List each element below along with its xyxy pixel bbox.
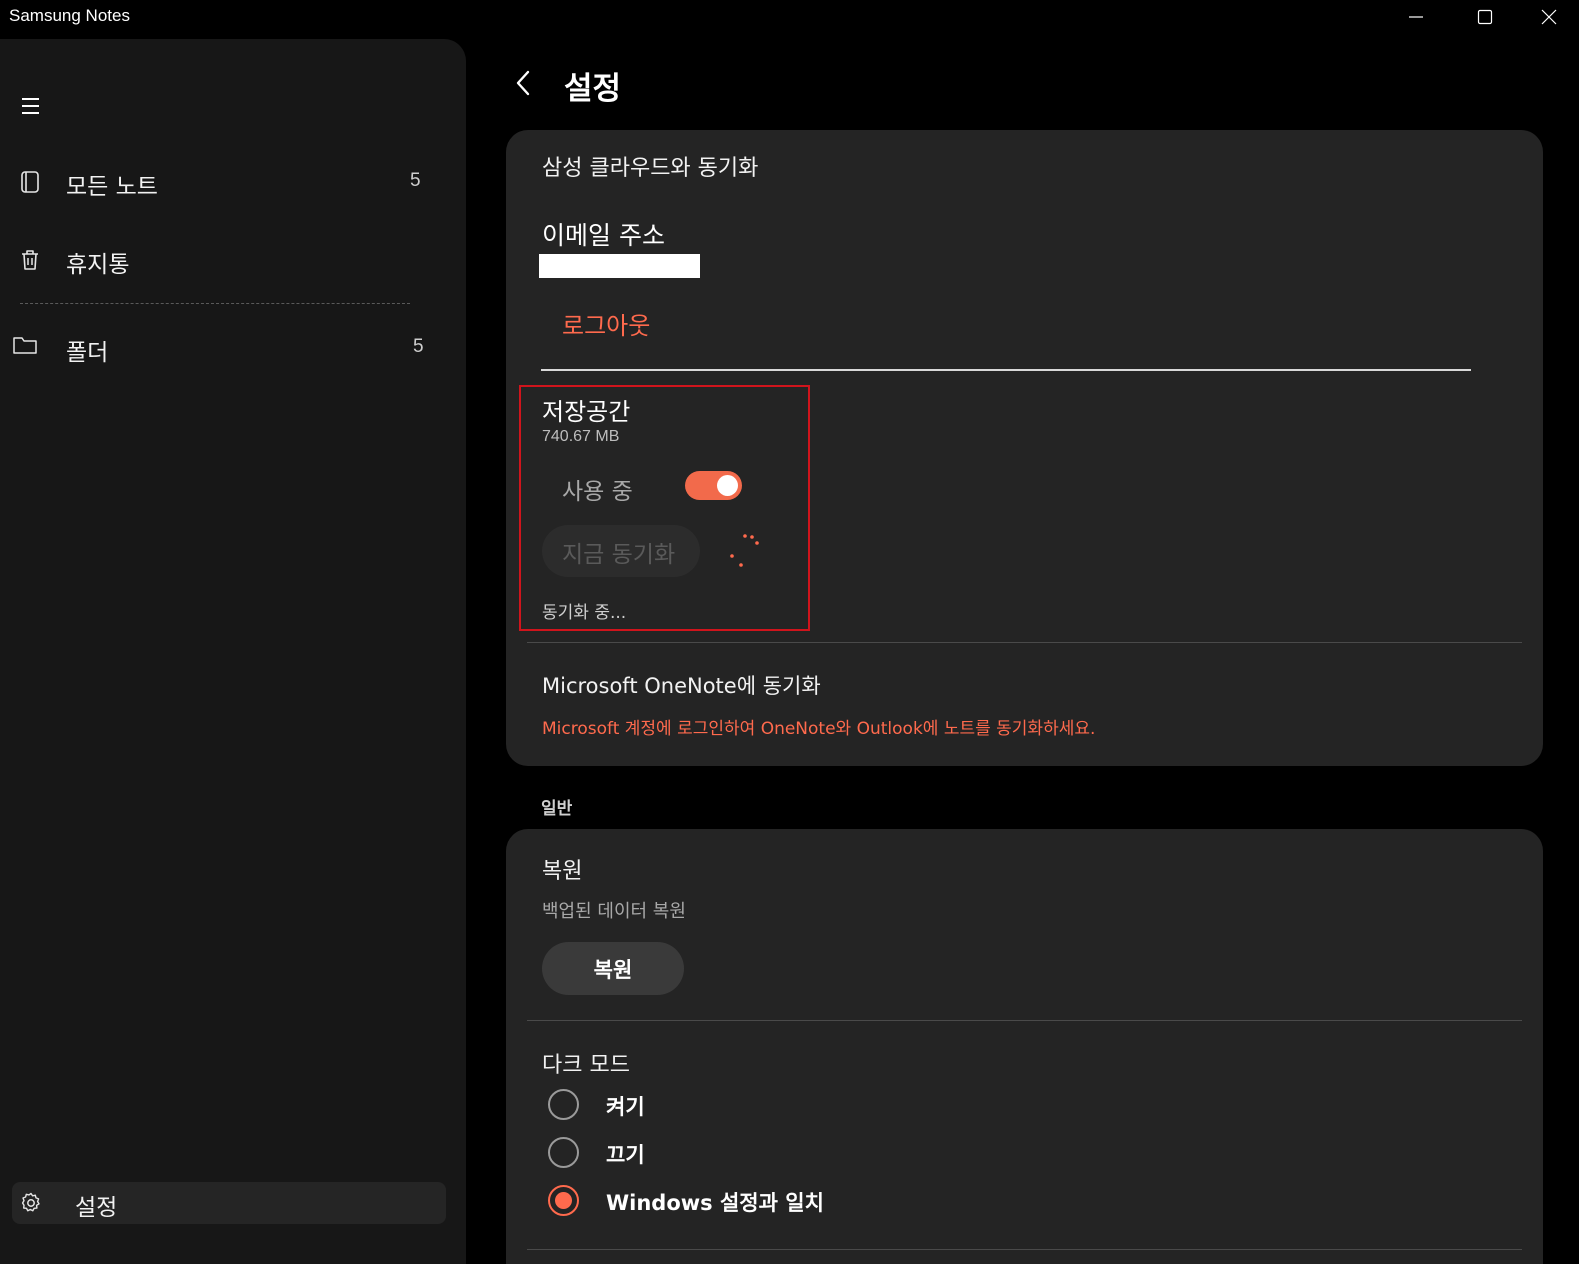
email-value-redacted	[539, 254, 700, 278]
syncing-status: 동기화 중...	[542, 603, 627, 623]
in-use-toggle[interactable]	[685, 471, 742, 500]
logout-button[interactable]: 로그아웃	[562, 306, 650, 341]
restore-title: 복원	[542, 859, 583, 884]
sync-card: 삼성 클라우드와 동기화 이메일 주소 로그아웃 저장공간 740.67 MB …	[506, 130, 1543, 766]
restore-button-label: 복원	[593, 958, 633, 982]
email-label: 이메일 주소	[542, 221, 665, 250]
divider	[527, 1249, 1522, 1250]
onenote-sync-title: Microsoft OneNote에 동기화	[542, 674, 821, 698]
minimize-button[interactable]	[1386, 0, 1446, 34]
toggle-knob	[717, 475, 738, 496]
radio-label: 끄기	[606, 1143, 645, 1167]
menu-button[interactable]	[20, 95, 42, 117]
sidebar-item-trash[interactable]: 휴지통	[0, 235, 466, 285]
sidebar-item-label: 모든 노트	[66, 174, 158, 200]
sidebar-item-all-notes[interactable]: 모든 노트 5	[0, 157, 466, 207]
gear-icon	[19, 1191, 43, 1215]
dark-mode-option-system[interactable]: Windows 설정과 일치	[548, 1185, 1048, 1217]
sync-now-button[interactable]: 지금 동기화	[542, 525, 700, 577]
title-bar: Samsung Notes	[0, 0, 1579, 34]
restore-subtitle: 백업된 데이터 복원	[542, 901, 686, 922]
dark-mode-option-on[interactable]: 켜기	[548, 1089, 1048, 1121]
close-icon	[1541, 9, 1557, 25]
sidebar-item-folders[interactable]: 폴더 5	[0, 323, 466, 373]
trash-icon	[18, 248, 42, 272]
sidebar-item-label: 설정	[75, 1195, 118, 1221]
divider	[527, 1020, 1522, 1021]
back-button[interactable]	[510, 68, 538, 98]
notebook-icon	[18, 170, 42, 194]
sidebar-divider	[20, 303, 410, 304]
maximize-button[interactable]	[1455, 0, 1515, 34]
note-count: 5	[410, 170, 421, 191]
dark-mode-option-off[interactable]: 끄기	[548, 1137, 1048, 1169]
storage-size: 740.67 MB	[542, 428, 620, 445]
sidebar-item-label: 폴더	[66, 340, 109, 366]
onenote-sign-in-link[interactable]: Microsoft 계정에 로그인하여 OneNote와 Outlook에 노트…	[542, 714, 1095, 739]
app-title: Samsung Notes	[9, 6, 130, 25]
page-title: 설정	[564, 71, 622, 107]
general-card: 복원 백업된 데이터 복원 복원 다크 모드 켜기 끄기 Windows 설정과…	[506, 829, 1543, 1264]
chevron-left-icon	[516, 70, 530, 96]
folder-icon	[12, 333, 37, 357]
in-use-label: 사용 중	[562, 479, 633, 505]
divider	[541, 369, 1471, 371]
sidebar-item-label: 휴지통	[66, 252, 130, 278]
storage-title: 저장공간	[542, 398, 631, 426]
radio-button[interactable]	[548, 1089, 579, 1120]
section-header-general: 일반	[541, 799, 573, 819]
radio-button-selected[interactable]	[548, 1185, 579, 1216]
samsung-cloud-sync-title: 삼성 클라우드와 동기화	[542, 156, 759, 181]
sidebar-item-settings[interactable]: 설정	[12, 1182, 446, 1224]
maximize-icon	[1477, 9, 1493, 25]
restore-button[interactable]: 복원	[542, 942, 684, 995]
dark-mode-title: 다크 모드	[542, 1053, 630, 1078]
radio-label: 켜기	[606, 1095, 645, 1119]
sync-now-label: 지금 동기화	[562, 542, 676, 568]
folder-count: 5	[413, 336, 424, 357]
loading-spinner-icon	[726, 532, 760, 570]
divider	[527, 642, 1522, 643]
radio-label: Windows 설정과 일치	[606, 1191, 824, 1215]
hamburger-icon	[22, 98, 39, 114]
minimize-icon	[1409, 16, 1423, 18]
close-button[interactable]	[1519, 0, 1579, 34]
radio-button[interactable]	[548, 1137, 579, 1168]
sidebar: 모든 노트 5 휴지통 폴더 5 설정	[0, 39, 466, 1264]
